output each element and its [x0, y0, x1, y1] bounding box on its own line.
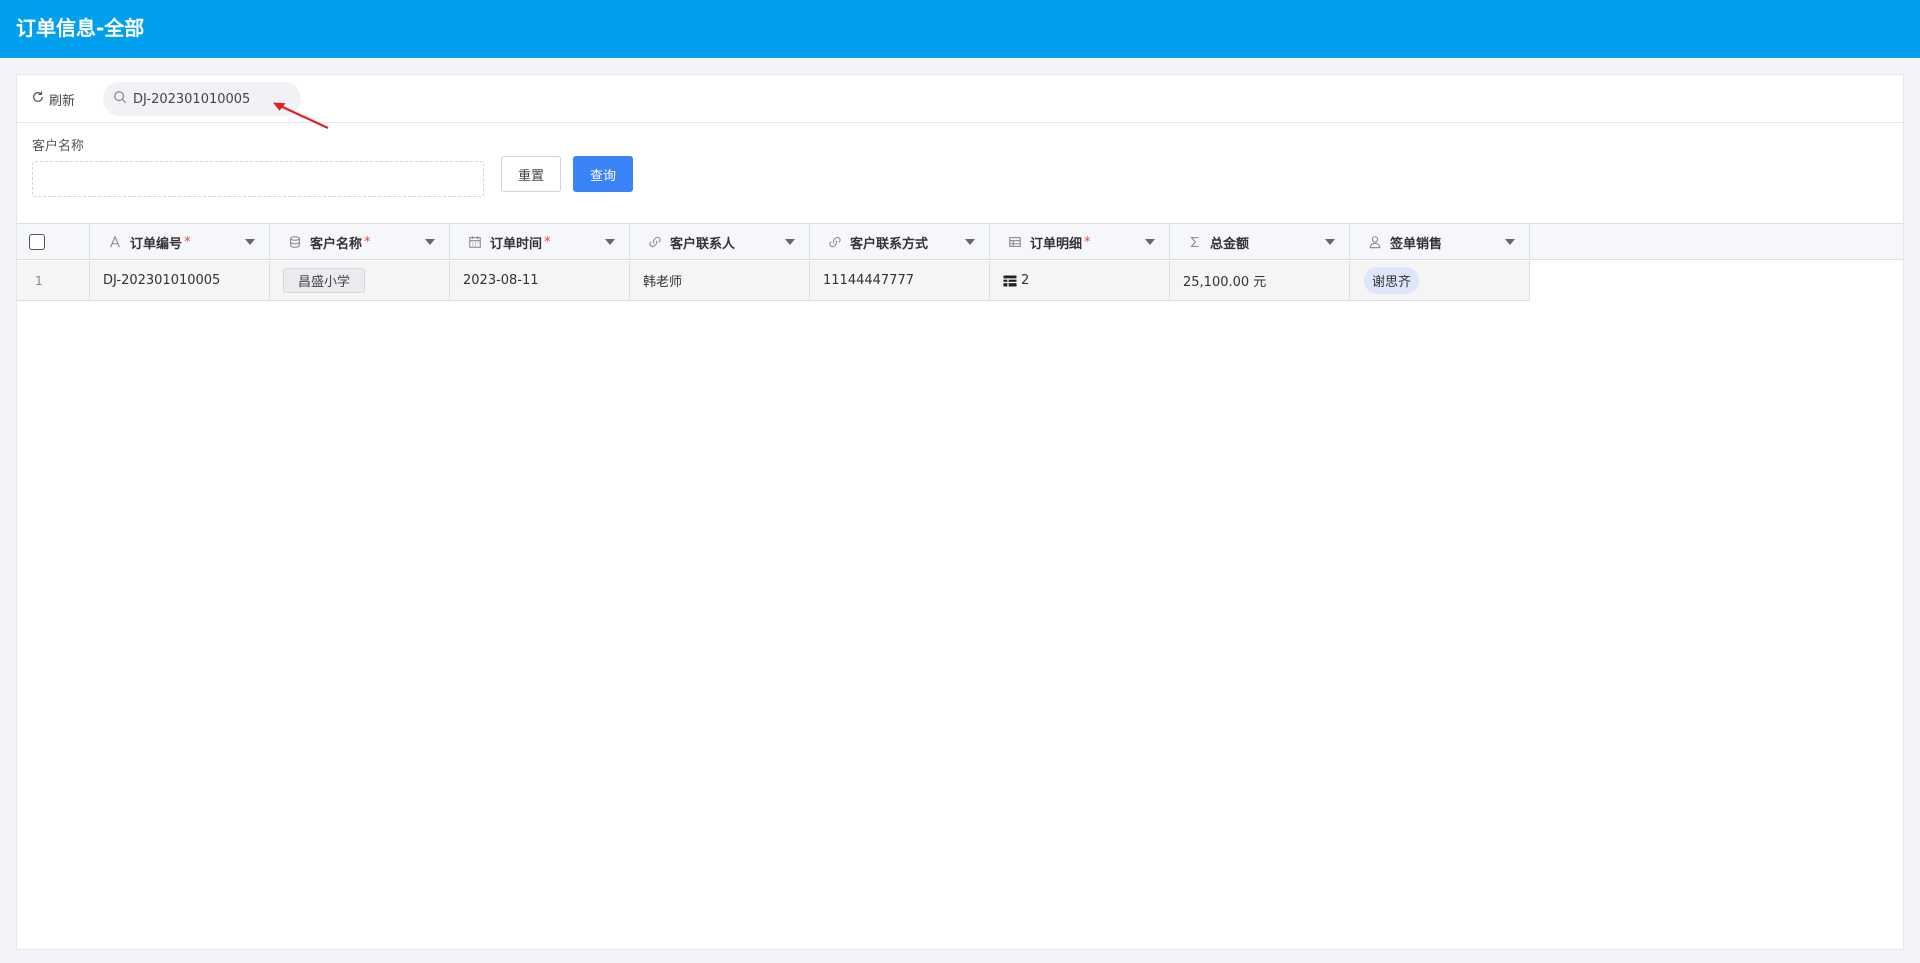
calendar-icon — [468, 235, 482, 249]
column-label: 客户名称 — [310, 236, 363, 252]
search-icon — [113, 90, 127, 108]
main-panel: 刷新 客户名称 重置 查询 订单编号* 客户名称* — [16, 74, 1904, 950]
chevron-down-icon[interactable] — [785, 239, 795, 245]
customer-name-field[interactable] — [32, 161, 484, 197]
phone-value: 11144447777 — [823, 273, 914, 288]
contact-value: 韩老师 — [643, 275, 683, 290]
cell-order-no[interactable]: DJ-202301010005 — [90, 261, 270, 300]
table-row[interactable]: 1 DJ-202301010005 昌盛小学 2023-08-11 韩老师 11… — [17, 261, 1530, 301]
grid-header-filler — [1530, 224, 1903, 260]
query-button[interactable]: 查询 — [573, 156, 633, 192]
text-icon — [108, 235, 122, 249]
column-header-order-no[interactable]: 订单编号 * — [90, 224, 270, 260]
order-no-value: DJ-202301010005 — [103, 273, 221, 288]
chevron-down-icon[interactable] — [245, 239, 255, 245]
filter-section: 客户名称 重置 查询 — [17, 123, 1903, 221]
link-icon — [648, 235, 662, 249]
chevron-down-icon[interactable] — [1325, 239, 1335, 245]
cell-total[interactable]: 25,100.00 元 — [1170, 261, 1350, 300]
required-mark: * — [544, 234, 551, 250]
cell-customer[interactable]: 昌盛小学 — [270, 261, 450, 300]
chevron-down-icon[interactable] — [605, 239, 615, 245]
required-mark: * — [364, 234, 371, 250]
chevron-down-icon[interactable] — [425, 239, 435, 245]
cell-order-detail[interactable]: 2 — [990, 261, 1170, 300]
column-header-phone[interactable]: 客户联系方式 — [810, 224, 990, 260]
customer-tag[interactable]: 昌盛小学 — [283, 268, 366, 293]
order-date-value: 2023-08-11 — [463, 273, 539, 288]
table-icon — [1008, 235, 1022, 249]
required-mark: * — [1084, 234, 1091, 250]
row-index: 1 — [17, 261, 90, 300]
required-mark: * — [184, 234, 191, 250]
column-header-order-detail[interactable]: 订单明细 * — [990, 224, 1170, 260]
database-icon — [288, 235, 302, 249]
search-input[interactable] — [133, 91, 293, 107]
column-label: 订单时间 — [490, 236, 543, 252]
data-grid: 订单编号 * 客户名称 * 订单时间 * 客户联系人 客户联系方式 订单明细 *… — [17, 223, 1903, 950]
column-label: 客户联系人 — [670, 236, 736, 252]
chevron-down-icon[interactable] — [1505, 239, 1515, 245]
link-icon — [828, 235, 842, 249]
sales-user-tag[interactable]: 谢思齐 — [1364, 267, 1420, 294]
grid-header: 订单编号 * 客户名称 * 订单时间 * 客户联系人 客户联系方式 订单明细 *… — [17, 224, 1530, 260]
annotation-arrow-icon — [273, 102, 329, 129]
reset-button[interactable]: 重置 — [501, 156, 561, 192]
column-header-order-date[interactable]: 订单时间 * — [450, 224, 630, 260]
select-all-cell — [17, 224, 90, 260]
column-label: 订单明细 — [1030, 236, 1083, 252]
refresh-button[interactable]: 刷新 — [31, 87, 75, 111]
sigma-icon — [1188, 235, 1202, 249]
user-icon — [1368, 235, 1382, 249]
cell-phone[interactable]: 11144447777 — [810, 261, 990, 300]
select-all-checkbox[interactable] — [29, 234, 45, 250]
detail-count-value[interactable]: 2 — [1021, 273, 1029, 288]
cell-order-date[interactable]: 2023-08-11 — [450, 261, 630, 300]
column-label: 总金额 — [1210, 236, 1250, 252]
chevron-down-icon[interactable] — [1145, 239, 1155, 245]
column-label: 签单销售 — [1390, 236, 1443, 252]
page-title: 订单信息-全部 — [16, 16, 145, 40]
column-label: 客户联系方式 — [850, 236, 929, 252]
column-header-total[interactable]: 总金额 — [1170, 224, 1350, 260]
customer-name-label: 客户名称 — [32, 139, 85, 154]
column-label: 订单编号 — [130, 236, 183, 252]
subtable-icon — [1003, 275, 1017, 287]
top-bar: 订单信息-全部 — [0, 0, 1920, 58]
column-header-contact[interactable]: 客户联系人 — [630, 224, 810, 260]
column-header-sales[interactable]: 签单销售 — [1350, 224, 1530, 260]
cell-sales[interactable]: 谢思齐 — [1350, 261, 1530, 300]
cell-contact[interactable]: 韩老师 — [630, 261, 810, 300]
column-header-customer[interactable]: 客户名称 * — [270, 224, 450, 260]
chevron-down-icon[interactable] — [965, 239, 975, 245]
refresh-icon — [31, 90, 45, 108]
refresh-label: 刷新 — [49, 93, 76, 109]
total-value: 25,100.00 元 — [1183, 275, 1267, 290]
